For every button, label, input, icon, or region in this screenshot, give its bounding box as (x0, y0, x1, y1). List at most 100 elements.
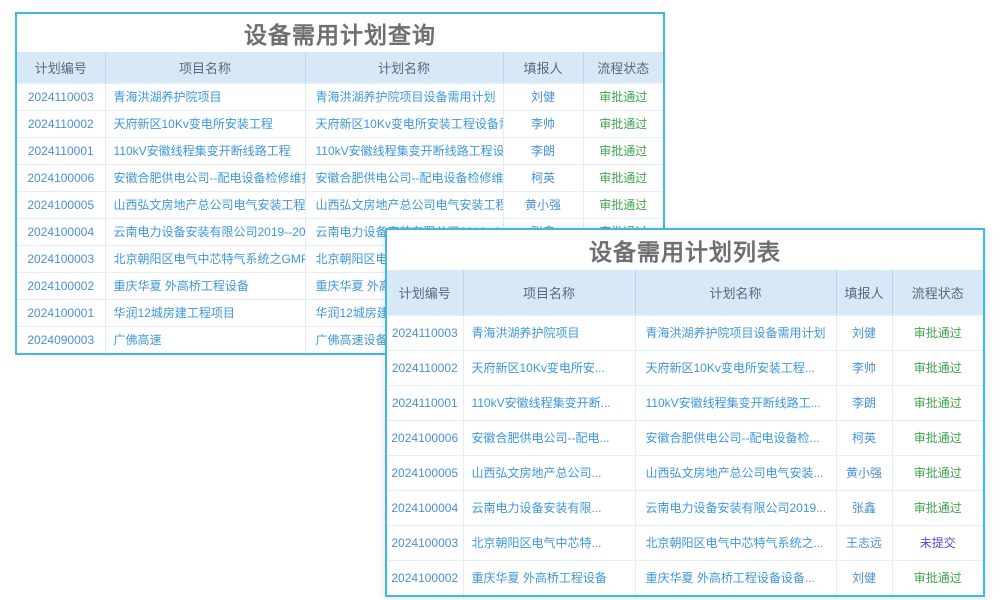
status-cell[interactable]: 审批通过 (892, 385, 983, 420)
status-cell[interactable]: 审批通过 (583, 137, 663, 164)
table-row[interactable]: 2024110003 青海洪湖养护院项目 青海洪湖养护院项目设备需用计划 刘健 … (17, 83, 663, 110)
reporter-cell[interactable]: 柯英 (836, 420, 892, 455)
plan-name-cell[interactable]: 山西弘文房地产总公司电气安装工程设备需用计划 (305, 191, 503, 218)
plan-no-cell[interactable]: 2024100006 (387, 420, 463, 455)
table-row[interactable]: 2024110001 110kV安徽线程集变开断... 110kV安徽线程集变开… (387, 385, 983, 420)
project-name-cell[interactable]: 山西弘文房地产总公司... (463, 455, 635, 490)
project-name-cell[interactable]: 天府新区10Kv变电所安装工程 (105, 110, 305, 137)
plan-no-cell[interactable]: 2024110001 (387, 385, 463, 420)
table-row[interactable]: 2024100002 重庆华夏 外高桥工程设备 重庆华夏 外高桥工程设备设备..… (387, 560, 983, 595)
plan-no-cell[interactable]: 2024110001 (17, 137, 105, 164)
plan-name-cell[interactable]: 110kV安徽线程集变开断线路工... (635, 385, 836, 420)
table-row[interactable]: 2024100005 山西弘文房地产总公司电气安装工程 山西弘文房地产总公司电气… (17, 191, 663, 218)
project-name-cell[interactable]: 重庆华夏 外高桥工程设备 (105, 272, 305, 299)
column-header-plan-no: 计划编号 (17, 52, 105, 83)
column-header-status: 流程状态 (892, 270, 983, 315)
page: 设备需用计划查询 计划编号 项目名称 计划名称 填报人 流程状态 2024110… (0, 0, 1000, 600)
project-name-cell[interactable]: 云南电力设备安装有限公司2019--2020 (105, 218, 305, 245)
status-cell[interactable]: 审批通过 (892, 315, 983, 350)
plan-no-cell[interactable]: 2024100002 (17, 272, 105, 299)
query-table-header-row: 计划编号 项目名称 计划名称 填报人 流程状态 (17, 52, 663, 83)
list-panel-title: 设备需用计划列表 (387, 230, 983, 270)
project-name-cell[interactable]: 110kV安徽线程集变开断... (463, 385, 635, 420)
reporter-cell[interactable]: 柯英 (503, 164, 583, 191)
plan-no-cell[interactable]: 2024110003 (387, 315, 463, 350)
table-row[interactable]: 2024110001 110kV安徽线程集变开断线路工程 110kV安徽线程集变… (17, 137, 663, 164)
plan-no-cell[interactable]: 2024100003 (17, 245, 105, 272)
list-plan-panel: 设备需用计划列表 计划编号 项目名称 计划名称 填报人 流程状态 2024110… (385, 228, 985, 597)
project-name-cell[interactable]: 天府新区10Kv变电所安... (463, 350, 635, 385)
plan-name-cell[interactable]: 山西弘文房地产总公司电气安装... (635, 455, 836, 490)
plan-no-cell[interactable]: 2024100005 (387, 455, 463, 490)
plan-name-cell[interactable]: 安徽合肥供电公司--配电设备检修维护工程设备需用计划 (305, 164, 503, 191)
status-cell[interactable]: 审批通过 (583, 110, 663, 137)
project-name-cell[interactable]: 华润12城房建工程项目 (105, 299, 305, 326)
plan-no-cell[interactable]: 2024110002 (17, 110, 105, 137)
plan-name-cell[interactable]: 重庆华夏 外高桥工程设备设备... (635, 560, 836, 595)
status-cell[interactable]: 审批通过 (892, 490, 983, 525)
status-cell[interactable]: 审批通过 (583, 83, 663, 110)
table-row[interactable]: 2024110002 天府新区10Kv变电所安... 天府新区10Kv变电所安装… (387, 350, 983, 385)
plan-name-cell[interactable]: 安徽合肥供电公司--配电设备检... (635, 420, 836, 455)
reporter-cell[interactable]: 张鑫 (836, 490, 892, 525)
plan-no-cell[interactable]: 2024100002 (387, 560, 463, 595)
column-header-reporter: 填报人 (503, 52, 583, 83)
plan-name-cell[interactable]: 天府新区10Kv变电所安装工程设备需用计划 (305, 110, 503, 137)
column-header-reporter: 填报人 (836, 270, 892, 315)
reporter-cell[interactable]: 刘健 (836, 315, 892, 350)
reporter-cell[interactable]: 王志远 (836, 525, 892, 560)
plan-no-cell[interactable]: 2024100004 (17, 218, 105, 245)
status-cell[interactable]: 审批通过 (892, 455, 983, 490)
reporter-cell[interactable]: 李帅 (503, 110, 583, 137)
plan-no-cell[interactable]: 2024100006 (17, 164, 105, 191)
status-cell[interactable]: 审批通过 (892, 350, 983, 385)
table-row[interactable]: 2024100006 安徽合肥供电公司--配电设备检修维护工程 安徽合肥供电公司… (17, 164, 663, 191)
project-name-cell[interactable]: 110kV安徽线程集变开断线路工程 (105, 137, 305, 164)
plan-name-cell[interactable]: 云南电力设备安装有限公司2019... (635, 490, 836, 525)
status-cell[interactable]: 审批通过 (583, 164, 663, 191)
column-header-plan-name: 计划名称 (635, 270, 836, 315)
table-row[interactable]: 2024110003 青海洪湖养护院项目 青海洪湖养护院项目设备需用计划 刘健 … (387, 315, 983, 350)
table-row[interactable]: 2024100006 安徽合肥供电公司--配电... 安徽合肥供电公司--配电设… (387, 420, 983, 455)
plan-name-cell[interactable]: 天府新区10Kv变电所安装工程... (635, 350, 836, 385)
plan-name-cell[interactable]: 北京朝阳区电气中芯特气系统之... (635, 525, 836, 560)
reporter-cell[interactable]: 黄小强 (503, 191, 583, 218)
project-name-cell[interactable]: 山西弘文房地产总公司电气安装工程 (105, 191, 305, 218)
plan-no-cell[interactable]: 2024100001 (17, 299, 105, 326)
reporter-cell[interactable]: 刘健 (836, 560, 892, 595)
plan-name-cell[interactable]: 110kV安徽线程集变开断线路工程设备需用计划 (305, 137, 503, 164)
project-name-cell[interactable]: 北京朝阳区电气中芯特气系统之GMP工程 (105, 245, 305, 272)
project-name-cell[interactable]: 云南电力设备安装有限... (463, 490, 635, 525)
plan-name-cell[interactable]: 青海洪湖养护院项目设备需用计划 (305, 83, 503, 110)
status-cell[interactable]: 审批通过 (583, 191, 663, 218)
plan-no-cell[interactable]: 2024090003 (17, 326, 105, 353)
plan-no-cell[interactable]: 2024110003 (17, 83, 105, 110)
table-row[interactable]: 2024100004 云南电力设备安装有限... 云南电力设备安装有限公司201… (387, 490, 983, 525)
project-name-cell[interactable]: 安徽合肥供电公司--配电设备检修维护工程 (105, 164, 305, 191)
table-row[interactable]: 2024110002 天府新区10Kv变电所安装工程 天府新区10Kv变电所安装… (17, 110, 663, 137)
table-row[interactable]: 2024100003 北京朝阳区电气中芯特... 北京朝阳区电气中芯特气系统之.… (387, 525, 983, 560)
status-cell[interactable]: 审批通过 (892, 420, 983, 455)
reporter-cell[interactable]: 刘健 (503, 83, 583, 110)
status-cell[interactable]: 审批通过 (892, 560, 983, 595)
project-name-cell[interactable]: 青海洪湖养护院项目 (105, 83, 305, 110)
project-name-cell[interactable]: 青海洪湖养护院项目 (463, 315, 635, 350)
plan-no-cell[interactable]: 2024100005 (17, 191, 105, 218)
plan-no-cell[interactable]: 2024110002 (387, 350, 463, 385)
reporter-cell[interactable]: 李帅 (836, 350, 892, 385)
plan-no-cell[interactable]: 2024100003 (387, 525, 463, 560)
column-header-project: 项目名称 (463, 270, 635, 315)
list-plan-table: 计划编号 项目名称 计划名称 填报人 流程状态 2024110003 青海洪湖养… (387, 270, 983, 595)
project-name-cell[interactable]: 广佛高速 (105, 326, 305, 353)
reporter-cell[interactable]: 黄小强 (836, 455, 892, 490)
query-panel-title: 设备需用计划查询 (17, 14, 663, 52)
plan-no-cell[interactable]: 2024100004 (387, 490, 463, 525)
table-row[interactable]: 2024100005 山西弘文房地产总公司... 山西弘文房地产总公司电气安装.… (387, 455, 983, 490)
project-name-cell[interactable]: 重庆华夏 外高桥工程设备 (463, 560, 635, 595)
reporter-cell[interactable]: 李朗 (503, 137, 583, 164)
status-cell[interactable]: 未提交 (892, 525, 983, 560)
reporter-cell[interactable]: 李朗 (836, 385, 892, 420)
plan-name-cell[interactable]: 青海洪湖养护院项目设备需用计划 (635, 315, 836, 350)
project-name-cell[interactable]: 北京朝阳区电气中芯特... (463, 525, 635, 560)
project-name-cell[interactable]: 安徽合肥供电公司--配电... (463, 420, 635, 455)
